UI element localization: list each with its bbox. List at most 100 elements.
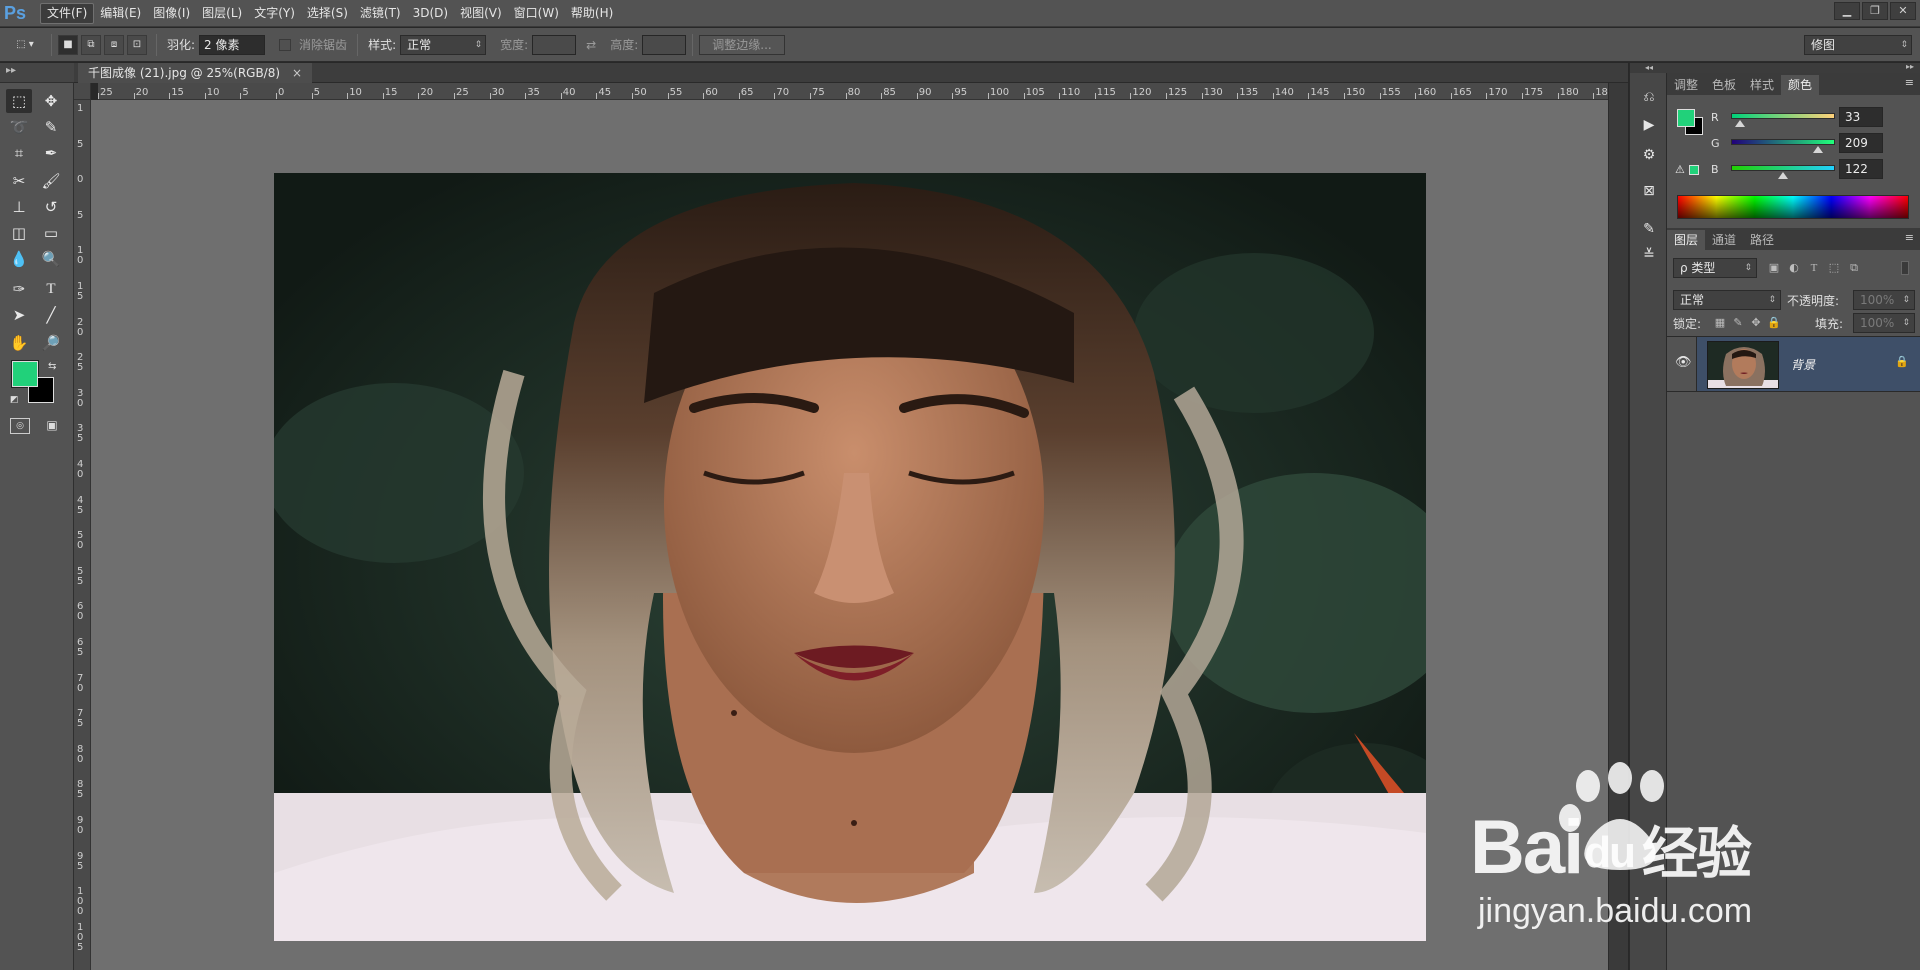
- layer-name[interactable]: 背景: [1791, 356, 1815, 373]
- width-input[interactable]: [532, 34, 577, 55]
- clone-stamp-icon[interactable]: ⊥: [6, 195, 32, 219]
- b-slider-thumb[interactable]: [1778, 172, 1788, 179]
- color-panel-tab[interactable]: 色板: [1705, 75, 1743, 95]
- add-selection-icon[interactable]: ⧉: [81, 34, 101, 55]
- gradient-tool-icon[interactable]: ▭: [38, 221, 64, 245]
- eye-icon[interactable]: 👁: [1675, 355, 1692, 370]
- marquee-preset-icon[interactable]: ⬚ ▾: [8, 35, 42, 55]
- history-panel-icon[interactable]: ⎌: [1636, 85, 1662, 109]
- zoom-tool-icon[interactable]: 🔎: [38, 331, 64, 355]
- minimize-icon[interactable]: ▁: [1834, 2, 1860, 20]
- color-fg-swatch[interactable]: [1677, 109, 1695, 127]
- pen-tool-icon[interactable]: ✑: [6, 277, 32, 301]
- layers-panel-menu-icon[interactable]: ≡: [1905, 231, 1914, 244]
- menu-item[interactable]: 3D(D): [407, 3, 454, 24]
- layers-panel-tab[interactable]: 图层: [1667, 230, 1706, 250]
- foreground-color[interactable]: [12, 361, 38, 387]
- layer-lock-icon[interactable]: 🔒: [1895, 355, 1909, 368]
- workspace-select[interactable]: 修图: [1804, 34, 1912, 55]
- quick-selection-icon[interactable]: ✎: [38, 115, 64, 139]
- canvas-area[interactable]: [91, 100, 1608, 970]
- smart-object-filter-icon[interactable]: ⧉: [1847, 261, 1861, 275]
- lock-transparency-icon[interactable]: ▦: [1713, 316, 1727, 330]
- ruler-origin[interactable]: [74, 83, 91, 100]
- screen-mode-icon[interactable]: ▣: [42, 418, 62, 434]
- panel-collapse-icon[interactable]: ▸▸: [1906, 62, 1914, 71]
- move-tool-icon[interactable]: ✥: [38, 89, 64, 113]
- color-panel-menu-icon[interactable]: ≡: [1905, 76, 1914, 89]
- document-tab[interactable]: 千图成像 (21).jpg @ 25%(RGB/8) ×: [78, 63, 313, 83]
- menu-item[interactable]: 视图(V): [454, 3, 508, 24]
- style-select[interactable]: 正常: [400, 34, 487, 55]
- menu-item[interactable]: 帮助(H): [565, 3, 619, 24]
- g-value-input[interactable]: 209: [1839, 133, 1883, 153]
- rectangular-marquee-icon[interactable]: ⬚: [6, 89, 32, 113]
- shape-filter-icon[interactable]: ⬚: [1827, 261, 1841, 275]
- color-panel-tab[interactable]: 颜色: [1781, 75, 1820, 95]
- quick-mask-icon[interactable]: ◎: [10, 418, 30, 434]
- crop-tool-icon[interactable]: ⌗: [6, 141, 32, 165]
- horizontal-ruler[interactable]: 25 20 15 10 5 0 5 10 15 20 25 30 35 40 45 50 55 60 65 70 75 8…: [98, 83, 1628, 100]
- brush-presets-icon[interactable]: ✎: [1636, 217, 1662, 241]
- adjustment-filter-icon[interactable]: ◐: [1787, 261, 1801, 275]
- g-slider[interactable]: [1731, 139, 1835, 145]
- r-slider-thumb[interactable]: [1735, 120, 1745, 127]
- dock-collapse-icon[interactable]: ◂◂: [1630, 63, 1668, 73]
- swap-colors-icon[interactable]: ⇆: [48, 361, 56, 372]
- layer-filter-select[interactable]: ρ 类型: [1673, 258, 1757, 278]
- fill-input[interactable]: 100%: [1853, 313, 1915, 333]
- hand-tool-icon[interactable]: ✋: [6, 331, 32, 355]
- actions-panel-icon[interactable]: ▶: [1636, 113, 1662, 137]
- gamut-warning-icon[interactable]: ⚠: [1675, 163, 1685, 176]
- lock-position-icon[interactable]: ✥: [1749, 316, 1763, 330]
- menu-item[interactable]: 滤镜(T): [354, 3, 407, 24]
- pixel-filter-icon[interactable]: ▣: [1767, 261, 1781, 275]
- history-brush-icon[interactable]: ↺: [38, 195, 64, 219]
- height-input[interactable]: [642, 34, 687, 55]
- menu-item[interactable]: 编辑(E): [94, 3, 147, 24]
- tool-presets-icon[interactable]: ≚: [1636, 243, 1662, 267]
- antialias-checkbox[interactable]: [279, 38, 292, 51]
- layers-panel-tab[interactable]: 通道: [1705, 230, 1743, 250]
- menu-item[interactable]: 图层(L): [196, 3, 248, 24]
- lasso-tool-icon[interactable]: ➰: [6, 115, 32, 139]
- r-slider[interactable]: [1731, 113, 1835, 119]
- lock-pixels-icon[interactable]: ✎: [1731, 316, 1745, 330]
- g-slider-thumb[interactable]: [1813, 146, 1823, 153]
- healing-brush-icon[interactable]: ✂: [6, 169, 32, 193]
- menu-item[interactable]: 图像(I): [147, 3, 196, 24]
- b-slider[interactable]: [1731, 165, 1835, 171]
- collapse-icon[interactable]: ▸▸: [6, 65, 16, 76]
- document-image[interactable]: [274, 173, 1426, 941]
- properties-panel-icon[interactable]: ⚙: [1636, 143, 1662, 167]
- color-panel-tab[interactable]: 调整: [1667, 75, 1705, 95]
- dodge-tool-icon[interactable]: 🔍: [38, 247, 64, 271]
- swap-dimensions-icon[interactable]: ⇄: [586, 38, 596, 52]
- layers-panel-tab[interactable]: 路径: [1743, 230, 1781, 250]
- opacity-input[interactable]: 100%: [1853, 290, 1915, 310]
- close-icon[interactable]: ✕: [1890, 2, 1916, 20]
- info-panel-icon[interactable]: ⊠: [1636, 179, 1662, 203]
- color-panel-tab[interactable]: 样式: [1743, 75, 1781, 95]
- web-safe-swatch[interactable]: [1689, 165, 1699, 175]
- intersect-selection-icon[interactable]: ⊡: [127, 34, 147, 55]
- blur-tool-icon[interactable]: 💧: [6, 247, 32, 271]
- type-tool-icon[interactable]: T: [38, 277, 64, 301]
- menu-item[interactable]: 文件(F): [40, 3, 95, 24]
- b-value-input[interactable]: 122: [1839, 159, 1883, 179]
- close-tab-icon[interactable]: ×: [292, 66, 302, 80]
- menu-item[interactable]: 选择(S): [301, 3, 354, 24]
- line-tool-icon[interactable]: ╱: [38, 303, 64, 327]
- brush-tool-icon[interactable]: 🖌: [38, 169, 64, 193]
- feather-input[interactable]: 2 像素: [199, 34, 266, 55]
- path-selection-icon[interactable]: ➤: [6, 303, 32, 327]
- vertical-scrollbar[interactable]: [1608, 83, 1628, 970]
- eraser-tool-icon[interactable]: ◫: [6, 221, 32, 245]
- menu-item[interactable]: 文字(Y): [248, 3, 301, 24]
- refine-edge-button[interactable]: 调整边缘...: [699, 34, 785, 55]
- menu-item[interactable]: 窗口(W): [508, 3, 565, 24]
- new-selection-icon[interactable]: ■: [58, 34, 78, 55]
- layer-row-background[interactable]: 👁 背景 🔒: [1667, 336, 1920, 392]
- filter-toggle-icon[interactable]: [1901, 261, 1909, 275]
- color-spectrum[interactable]: [1677, 195, 1909, 219]
